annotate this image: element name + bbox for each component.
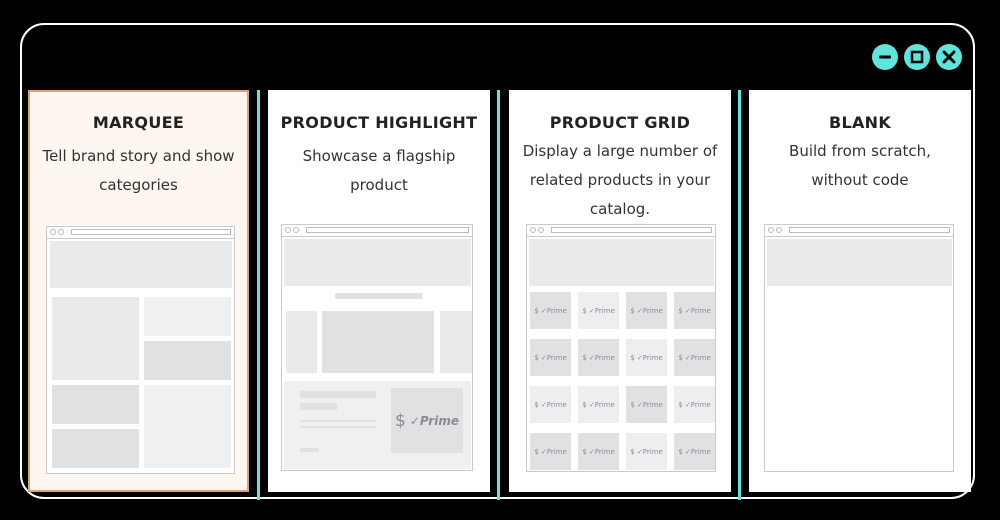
template-card-product-highlight[interactable]: PRODUCT HIGHLIGHT Showcase a flagship pr… — [268, 90, 490, 492]
hero-placeholder — [767, 239, 952, 286]
product-tile: $ ✓Prime — [578, 386, 619, 423]
template-card-product-grid[interactable]: PRODUCT GRID Display a large number of r… — [509, 90, 731, 492]
product-tile: $ ✓Prime — [674, 292, 715, 329]
close-button[interactable] — [936, 44, 962, 70]
card-description: Build from scratch, without code — [789, 142, 931, 189]
card-title: PRODUCT HIGHLIGHT — [280, 113, 478, 132]
template-card-marquee[interactable]: MARQUEE Tell brand story and show catego… — [28, 90, 249, 492]
title-placeholder — [335, 293, 422, 299]
category-placeholder — [144, 385, 231, 468]
card-description: Showcase a flagship product — [302, 147, 456, 194]
product-tile: $ ✓Prime — [674, 339, 715, 376]
layout-preview: $ ✓Prime — [281, 224, 473, 471]
card-title: BLANK — [828, 113, 892, 132]
product-tile: $ ✓Prime — [530, 386, 571, 423]
image-placeholder — [322, 311, 434, 373]
divider — [257, 90, 260, 500]
card-description: Display a large number of related produc… — [522, 142, 718, 218]
text-placeholder — [300, 403, 337, 410]
text-placeholder — [300, 391, 376, 398]
text-placeholder — [300, 426, 376, 428]
card-title: MARQUEE — [92, 113, 185, 132]
layout-preview — [764, 224, 954, 472]
product-tile: $ ✓Prime — [626, 386, 667, 423]
product-tile: $ ✓Prime — [626, 433, 667, 470]
category-placeholder — [144, 297, 231, 336]
dollar-icon: $ — [395, 410, 406, 431]
template-card-blank[interactable]: BLANK Build from scratch, without code — [749, 90, 971, 492]
close-icon — [942, 50, 956, 64]
product-tile: $ ✓Prime — [674, 386, 715, 423]
text-placeholder — [300, 448, 319, 452]
hero-placeholder — [529, 239, 714, 286]
product-tile: $ ✓Prime — [674, 433, 715, 470]
category-placeholder — [52, 429, 139, 468]
text-placeholder — [300, 420, 376, 422]
window-controls — [872, 44, 962, 70]
image-placeholder — [440, 311, 472, 373]
maximize-icon — [910, 50, 924, 64]
product-tile: $ ✓Prime — [626, 339, 667, 376]
browser-bar — [282, 225, 472, 237]
product-badge: $ ✓Prime — [391, 388, 463, 453]
product-tile: $ ✓Prime — [578, 339, 619, 376]
layout-preview: $ ✓Prime $ ✓Prime $ ✓Prime $ ✓Prime $ ✓Prime… — [526, 224, 716, 472]
browser-bar — [765, 225, 953, 237]
product-tile: $ ✓Prime — [578, 433, 619, 470]
divider — [738, 90, 741, 500]
browser-bar — [47, 227, 234, 239]
minimize-icon — [879, 55, 891, 59]
product-tile: $ ✓Prime — [530, 339, 571, 376]
hero-placeholder — [50, 241, 232, 288]
browser-bar — [527, 225, 715, 237]
category-placeholder — [144, 341, 231, 380]
maximize-button[interactable] — [904, 44, 930, 70]
category-placeholder — [52, 385, 139, 424]
layout-preview — [46, 226, 235, 474]
category-placeholder — [52, 297, 139, 380]
prime-label: ✓Prime — [409, 413, 459, 428]
product-tile: $ ✓Prime — [578, 292, 619, 329]
card-title: PRODUCT GRID — [549, 113, 691, 132]
product-tile: $ ✓Prime — [530, 292, 571, 329]
minimize-button[interactable] — [872, 44, 898, 70]
product-tile: $ ✓Prime — [626, 292, 667, 329]
divider — [497, 90, 500, 500]
image-placeholder — [286, 311, 317, 373]
card-description: Tell brand story and show categories — [42, 147, 235, 194]
product-tile: $ ✓Prime — [530, 433, 571, 470]
hero-placeholder — [284, 239, 471, 286]
